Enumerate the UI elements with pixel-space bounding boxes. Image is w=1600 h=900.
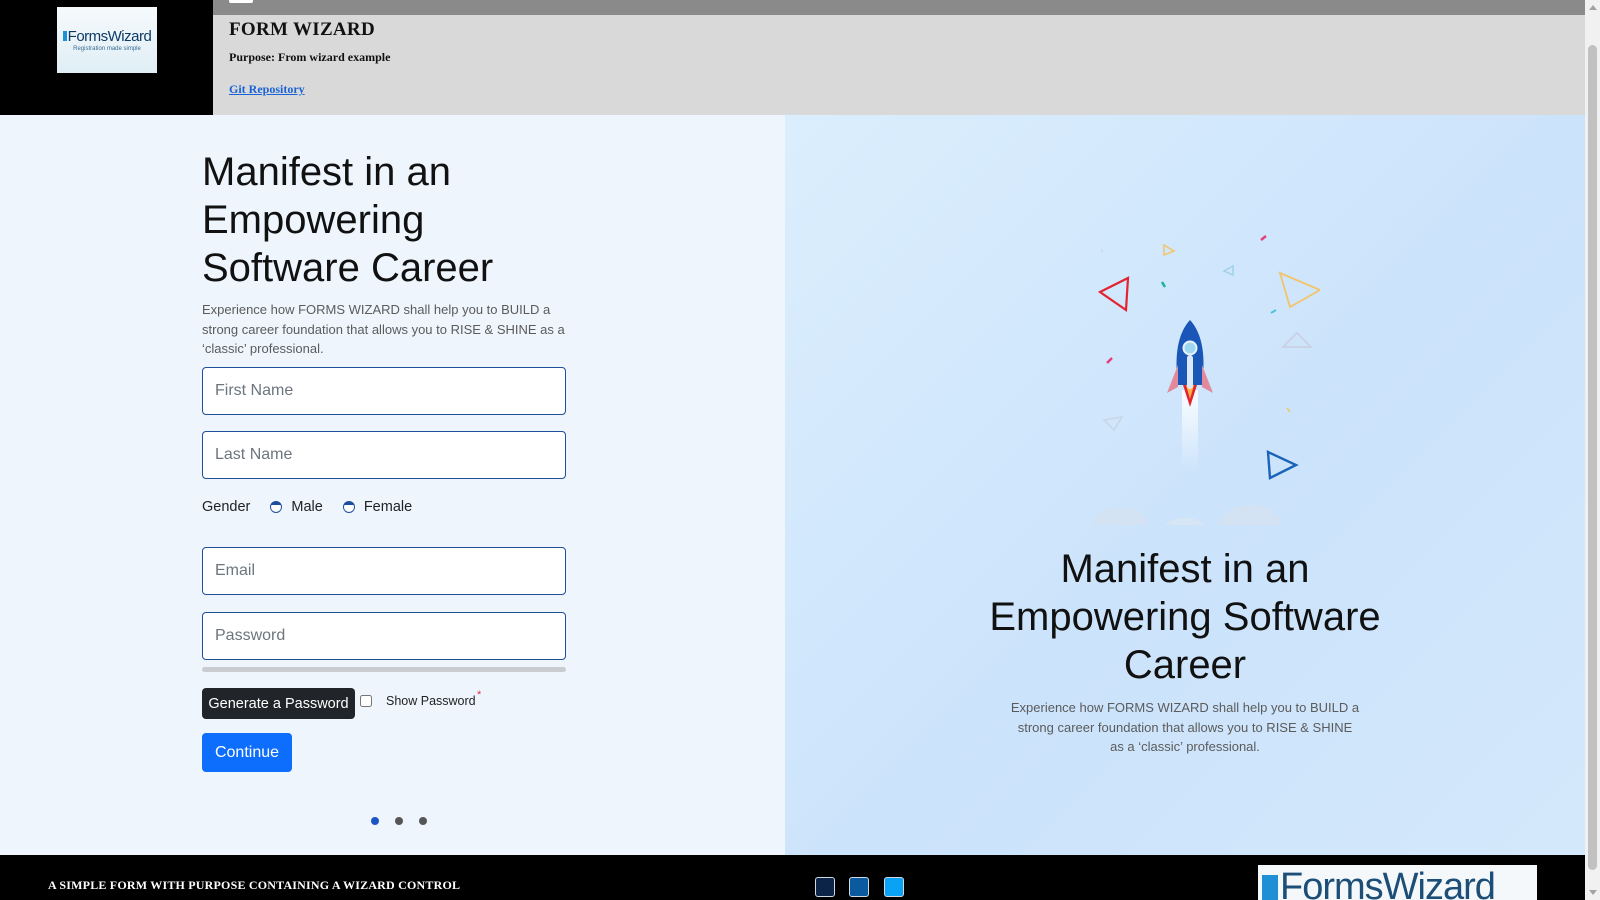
logo-text: FormsWizard — [67, 28, 152, 45]
footer: A SIMPLE FORM WITH PURPOSE CONTAINING A … — [0, 855, 1585, 900]
header-bar: FORM WIZARD Purpose: From wizard example… — [213, 0, 1585, 115]
confetti-shape — [1286, 407, 1291, 413]
social-icon-navy[interactable] — [815, 877, 835, 897]
illustration-heading: Manifest in an Empowering Software Caree… — [989, 547, 1381, 687]
page-scrollbar[interactable] — [1585, 0, 1600, 900]
generate-password-button[interactable]: Generate a Password — [202, 688, 355, 719]
confetti-shape — [1106, 357, 1113, 364]
rocket-illustration — [1092, 235, 1320, 525]
confetti-shape — [1270, 309, 1277, 314]
git-repository-link[interactable]: Git Repository — [229, 82, 305, 97]
gender-male-radio[interactable] — [270, 501, 283, 513]
last-name-input[interactable] — [202, 431, 566, 479]
step-dot-1[interactable] — [371, 817, 379, 825]
password-input[interactable] — [202, 612, 566, 660]
step-dot-2[interactable] — [395, 817, 403, 825]
gender-female-radio[interactable] — [342, 501, 355, 513]
footer-tagline: A SIMPLE FORM WITH PURPOSE CONTAINING A … — [48, 878, 461, 892]
header-top-strip — [213, 0, 1585, 15]
show-password-label[interactable]: Show Password — [386, 694, 476, 708]
logo-tagline: Registration made simple — [73, 46, 141, 52]
brand-logo[interactable]: FormsWizard Registration made simple — [57, 7, 157, 73]
email-input[interactable] — [202, 547, 566, 595]
illustration-description: Experience how FORMS WIZARD shall help y… — [1010, 700, 1360, 754]
continue-button[interactable]: Continue — [202, 733, 292, 772]
social-icon-sky[interactable] — [884, 877, 904, 897]
social-icon-blue[interactable] — [849, 877, 869, 897]
gender-label: Gender — [202, 499, 251, 515]
triangle-grey-icon — [1102, 415, 1124, 432]
footer-logo-text: FormsWizard — [1280, 866, 1496, 900]
cloud-shape — [1165, 518, 1205, 525]
footer-logo[interactable]: FormsWizard — [1258, 865, 1537, 900]
scroll-up-arrow-icon[interactable] — [1589, 5, 1597, 10]
rocket-icon — [1167, 320, 1213, 407]
footer-logo-mark-icon — [1262, 875, 1278, 900]
triangle-blue-icon — [1266, 450, 1299, 480]
triangle-red-icon — [1097, 276, 1130, 313]
logo-wordmark: FormsWizard — [62, 28, 152, 45]
first-name-input[interactable] — [202, 367, 566, 415]
required-asterisk: * — [477, 689, 482, 701]
scrollbar-thumb[interactable] — [1588, 45, 1597, 870]
logo-panel: FormsWizard Registration made simple — [0, 0, 213, 115]
triangle-small-icon — [1163, 243, 1176, 257]
scroll-down-arrow-icon[interactable] — [1589, 890, 1597, 895]
page-purpose: Purpose: From wizard example — [229, 50, 391, 64]
step-dot-3[interactable] — [419, 817, 427, 825]
cloud-shape — [1218, 505, 1282, 525]
form-description: Experience how FORMS WIZARD shall help y… — [202, 302, 565, 356]
confetti-shape — [1160, 281, 1167, 288]
logo-mark-icon — [62, 31, 67, 41]
wizard-step-indicator — [371, 817, 427, 825]
triangle-yellow-icon — [1278, 271, 1320, 309]
confetti-shape — [1260, 235, 1267, 241]
gender-radio-group: Gender Male Female — [202, 495, 412, 519]
footer-logo-wordmark: FormsWizard — [1262, 865, 1496, 900]
gender-female-label[interactable]: Female — [364, 499, 412, 515]
gender-male-label[interactable]: Male — [291, 499, 322, 515]
form-heading: Manifest in an Empowering Software Caree… — [202, 150, 494, 290]
confetti-shape — [1100, 248, 1104, 253]
header-strip-tab — [229, 0, 253, 3]
cloud-shape — [1092, 507, 1148, 525]
show-password-checkbox[interactable] — [360, 695, 372, 707]
page-title: FORM WIZARD — [229, 19, 375, 40]
registration-form-panel: Manifest in an Empowering Software Caree… — [0, 115, 785, 855]
password-strength-bar — [202, 667, 566, 672]
triangle-small-icon — [1222, 264, 1234, 277]
triangle-grey-icon — [1280, 331, 1314, 348]
illustration-panel: Manifest in an Empowering Software Caree… — [785, 115, 1585, 855]
